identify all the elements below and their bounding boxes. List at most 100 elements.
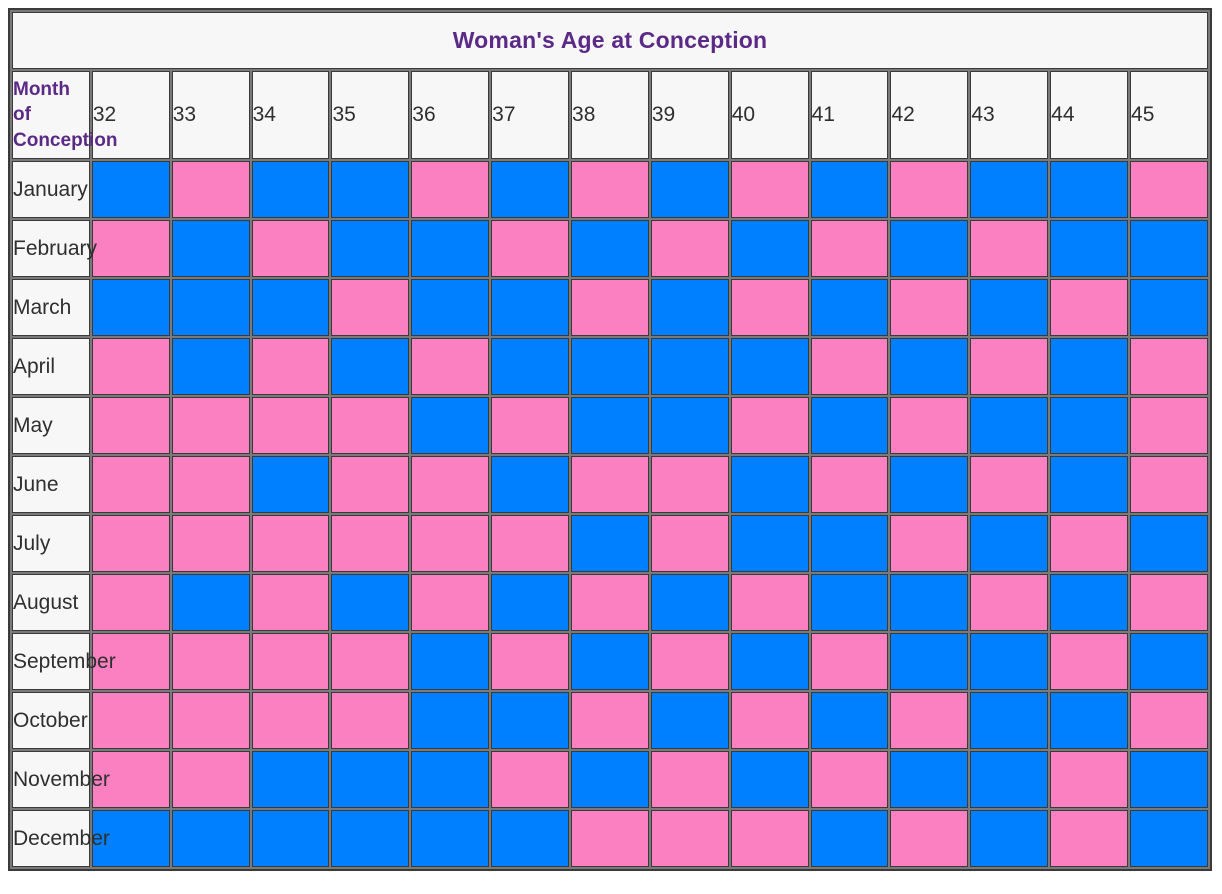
- prediction-cell-girl[interactable]: girl: [571, 279, 649, 336]
- prediction-cell-boy[interactable]: boy: [1050, 397, 1129, 454]
- prediction-cell-girl[interactable]: girl: [411, 338, 490, 395]
- prediction-cell-girl[interactable]: girl: [1050, 810, 1129, 867]
- prediction-cell-girl[interactable]: girl: [491, 515, 570, 572]
- prediction-cell-girl[interactable]: girl: [1130, 397, 1208, 454]
- prediction-cell-girl[interactable]: girl: [411, 161, 490, 218]
- prediction-cell-girl[interactable]: girl: [91, 515, 170, 572]
- prediction-cell-girl[interactable]: girl: [1050, 633, 1129, 690]
- prediction-cell-boy[interactable]: boy: [890, 574, 969, 631]
- prediction-cell-girl[interactable]: girl: [91, 574, 170, 631]
- prediction-cell-girl[interactable]: girl: [810, 456, 889, 513]
- prediction-cell-boy[interactable]: boy: [650, 574, 729, 631]
- prediction-cell-boy[interactable]: boy: [890, 220, 969, 277]
- prediction-cell-girl[interactable]: girl: [491, 220, 570, 277]
- prediction-cell-boy[interactable]: boy: [491, 161, 570, 218]
- prediction-cell-girl[interactable]: girl: [91, 397, 170, 454]
- prediction-cell-girl[interactable]: girl: [171, 161, 250, 218]
- prediction-cell-girl[interactable]: girl: [730, 279, 809, 336]
- prediction-cell-girl[interactable]: girl: [91, 456, 170, 513]
- prediction-cell-boy[interactable]: boy: [970, 633, 1049, 690]
- prediction-cell-boy[interactable]: boy: [730, 633, 809, 690]
- prediction-cell-boy[interactable]: boy: [571, 338, 649, 395]
- prediction-cell-boy[interactable]: boy: [1130, 633, 1208, 690]
- prediction-cell-girl[interactable]: girl: [491, 397, 570, 454]
- prediction-cell-girl[interactable]: girl: [411, 574, 490, 631]
- prediction-cell-boy[interactable]: boy: [331, 338, 410, 395]
- prediction-cell-boy[interactable]: boy: [411, 751, 490, 808]
- prediction-cell-girl[interactable]: girl: [571, 161, 649, 218]
- prediction-cell-girl[interactable]: girl: [730, 692, 809, 749]
- prediction-cell-boy[interactable]: boy: [171, 810, 250, 867]
- prediction-cell-girl[interactable]: girl: [251, 397, 330, 454]
- prediction-cell-girl[interactable]: girl: [171, 633, 250, 690]
- prediction-cell-boy[interactable]: boy: [411, 220, 490, 277]
- prediction-cell-girl[interactable]: girl: [1130, 161, 1208, 218]
- prediction-cell-girl[interactable]: girl: [331, 456, 410, 513]
- prediction-cell-girl[interactable]: girl: [331, 515, 410, 572]
- prediction-cell-boy[interactable]: boy: [571, 515, 649, 572]
- prediction-cell-boy[interactable]: boy: [970, 515, 1049, 572]
- prediction-cell-boy[interactable]: boy: [411, 397, 490, 454]
- prediction-cell-girl[interactable]: girl: [1130, 692, 1208, 749]
- prediction-cell-girl[interactable]: girl: [171, 692, 250, 749]
- prediction-cell-boy[interactable]: boy: [970, 279, 1049, 336]
- prediction-cell-girl[interactable]: girl: [890, 515, 969, 572]
- prediction-cell-girl[interactable]: girl: [890, 279, 969, 336]
- prediction-cell-girl[interactable]: girl: [171, 751, 250, 808]
- prediction-cell-girl[interactable]: girl: [650, 810, 729, 867]
- prediction-cell-girl[interactable]: girl: [91, 338, 170, 395]
- prediction-cell-boy[interactable]: boy: [491, 692, 570, 749]
- prediction-cell-boy[interactable]: boy: [970, 692, 1049, 749]
- prediction-cell-boy[interactable]: boy: [1050, 338, 1129, 395]
- prediction-cell-boy[interactable]: boy: [650, 692, 729, 749]
- prediction-cell-girl[interactable]: girl: [810, 220, 889, 277]
- prediction-cell-girl[interactable]: girl: [730, 810, 809, 867]
- prediction-cell-girl[interactable]: girl: [571, 810, 649, 867]
- prediction-cell-boy[interactable]: boy: [571, 633, 649, 690]
- prediction-cell-boy[interactable]: boy: [331, 810, 410, 867]
- prediction-cell-boy[interactable]: boy: [491, 810, 570, 867]
- prediction-cell-girl[interactable]: girl: [1050, 515, 1129, 572]
- prediction-cell-girl[interactable]: girl: [331, 279, 410, 336]
- prediction-cell-boy[interactable]: boy: [571, 751, 649, 808]
- prediction-cell-girl[interactable]: girl: [970, 574, 1049, 631]
- prediction-cell-girl[interactable]: girl: [730, 397, 809, 454]
- prediction-cell-girl[interactable]: girl: [91, 692, 170, 749]
- prediction-cell-boy[interactable]: boy: [810, 397, 889, 454]
- prediction-cell-boy[interactable]: boy: [251, 751, 330, 808]
- prediction-cell-boy[interactable]: boy: [970, 751, 1049, 808]
- prediction-cell-girl[interactable]: girl: [331, 397, 410, 454]
- prediction-cell-boy[interactable]: boy: [730, 338, 809, 395]
- prediction-cell-girl[interactable]: girl: [650, 220, 729, 277]
- prediction-cell-girl[interactable]: girl: [970, 220, 1049, 277]
- prediction-cell-boy[interactable]: boy: [571, 397, 649, 454]
- prediction-cell-girl[interactable]: girl: [331, 692, 410, 749]
- prediction-cell-boy[interactable]: boy: [411, 692, 490, 749]
- prediction-cell-girl[interactable]: girl: [171, 397, 250, 454]
- prediction-cell-girl[interactable]: girl: [411, 456, 490, 513]
- prediction-cell-girl[interactable]: girl: [571, 574, 649, 631]
- prediction-cell-girl[interactable]: girl: [251, 338, 330, 395]
- prediction-cell-girl[interactable]: girl: [810, 633, 889, 690]
- prediction-cell-boy[interactable]: boy: [890, 633, 969, 690]
- prediction-cell-girl[interactable]: girl: [251, 220, 330, 277]
- prediction-cell-boy[interactable]: boy: [331, 574, 410, 631]
- prediction-cell-boy[interactable]: boy: [1050, 456, 1129, 513]
- prediction-cell-boy[interactable]: boy: [650, 161, 729, 218]
- prediction-cell-boy[interactable]: boy: [1050, 574, 1129, 631]
- prediction-cell-boy[interactable]: boy: [171, 279, 250, 336]
- prediction-cell-girl[interactable]: girl: [970, 338, 1049, 395]
- prediction-cell-girl[interactable]: girl: [810, 751, 889, 808]
- prediction-cell-boy[interactable]: boy: [1130, 810, 1208, 867]
- prediction-cell-girl[interactable]: girl: [890, 161, 969, 218]
- prediction-cell-boy[interactable]: boy: [730, 220, 809, 277]
- prediction-cell-boy[interactable]: boy: [810, 810, 889, 867]
- prediction-cell-boy[interactable]: boy: [810, 161, 889, 218]
- prediction-cell-girl[interactable]: girl: [650, 751, 729, 808]
- prediction-cell-boy[interactable]: boy: [411, 633, 490, 690]
- prediction-cell-boy[interactable]: boy: [730, 515, 809, 572]
- prediction-cell-girl[interactable]: girl: [251, 692, 330, 749]
- prediction-cell-boy[interactable]: boy: [810, 515, 889, 572]
- prediction-cell-girl[interactable]: girl: [251, 515, 330, 572]
- prediction-cell-girl[interactable]: girl: [970, 456, 1049, 513]
